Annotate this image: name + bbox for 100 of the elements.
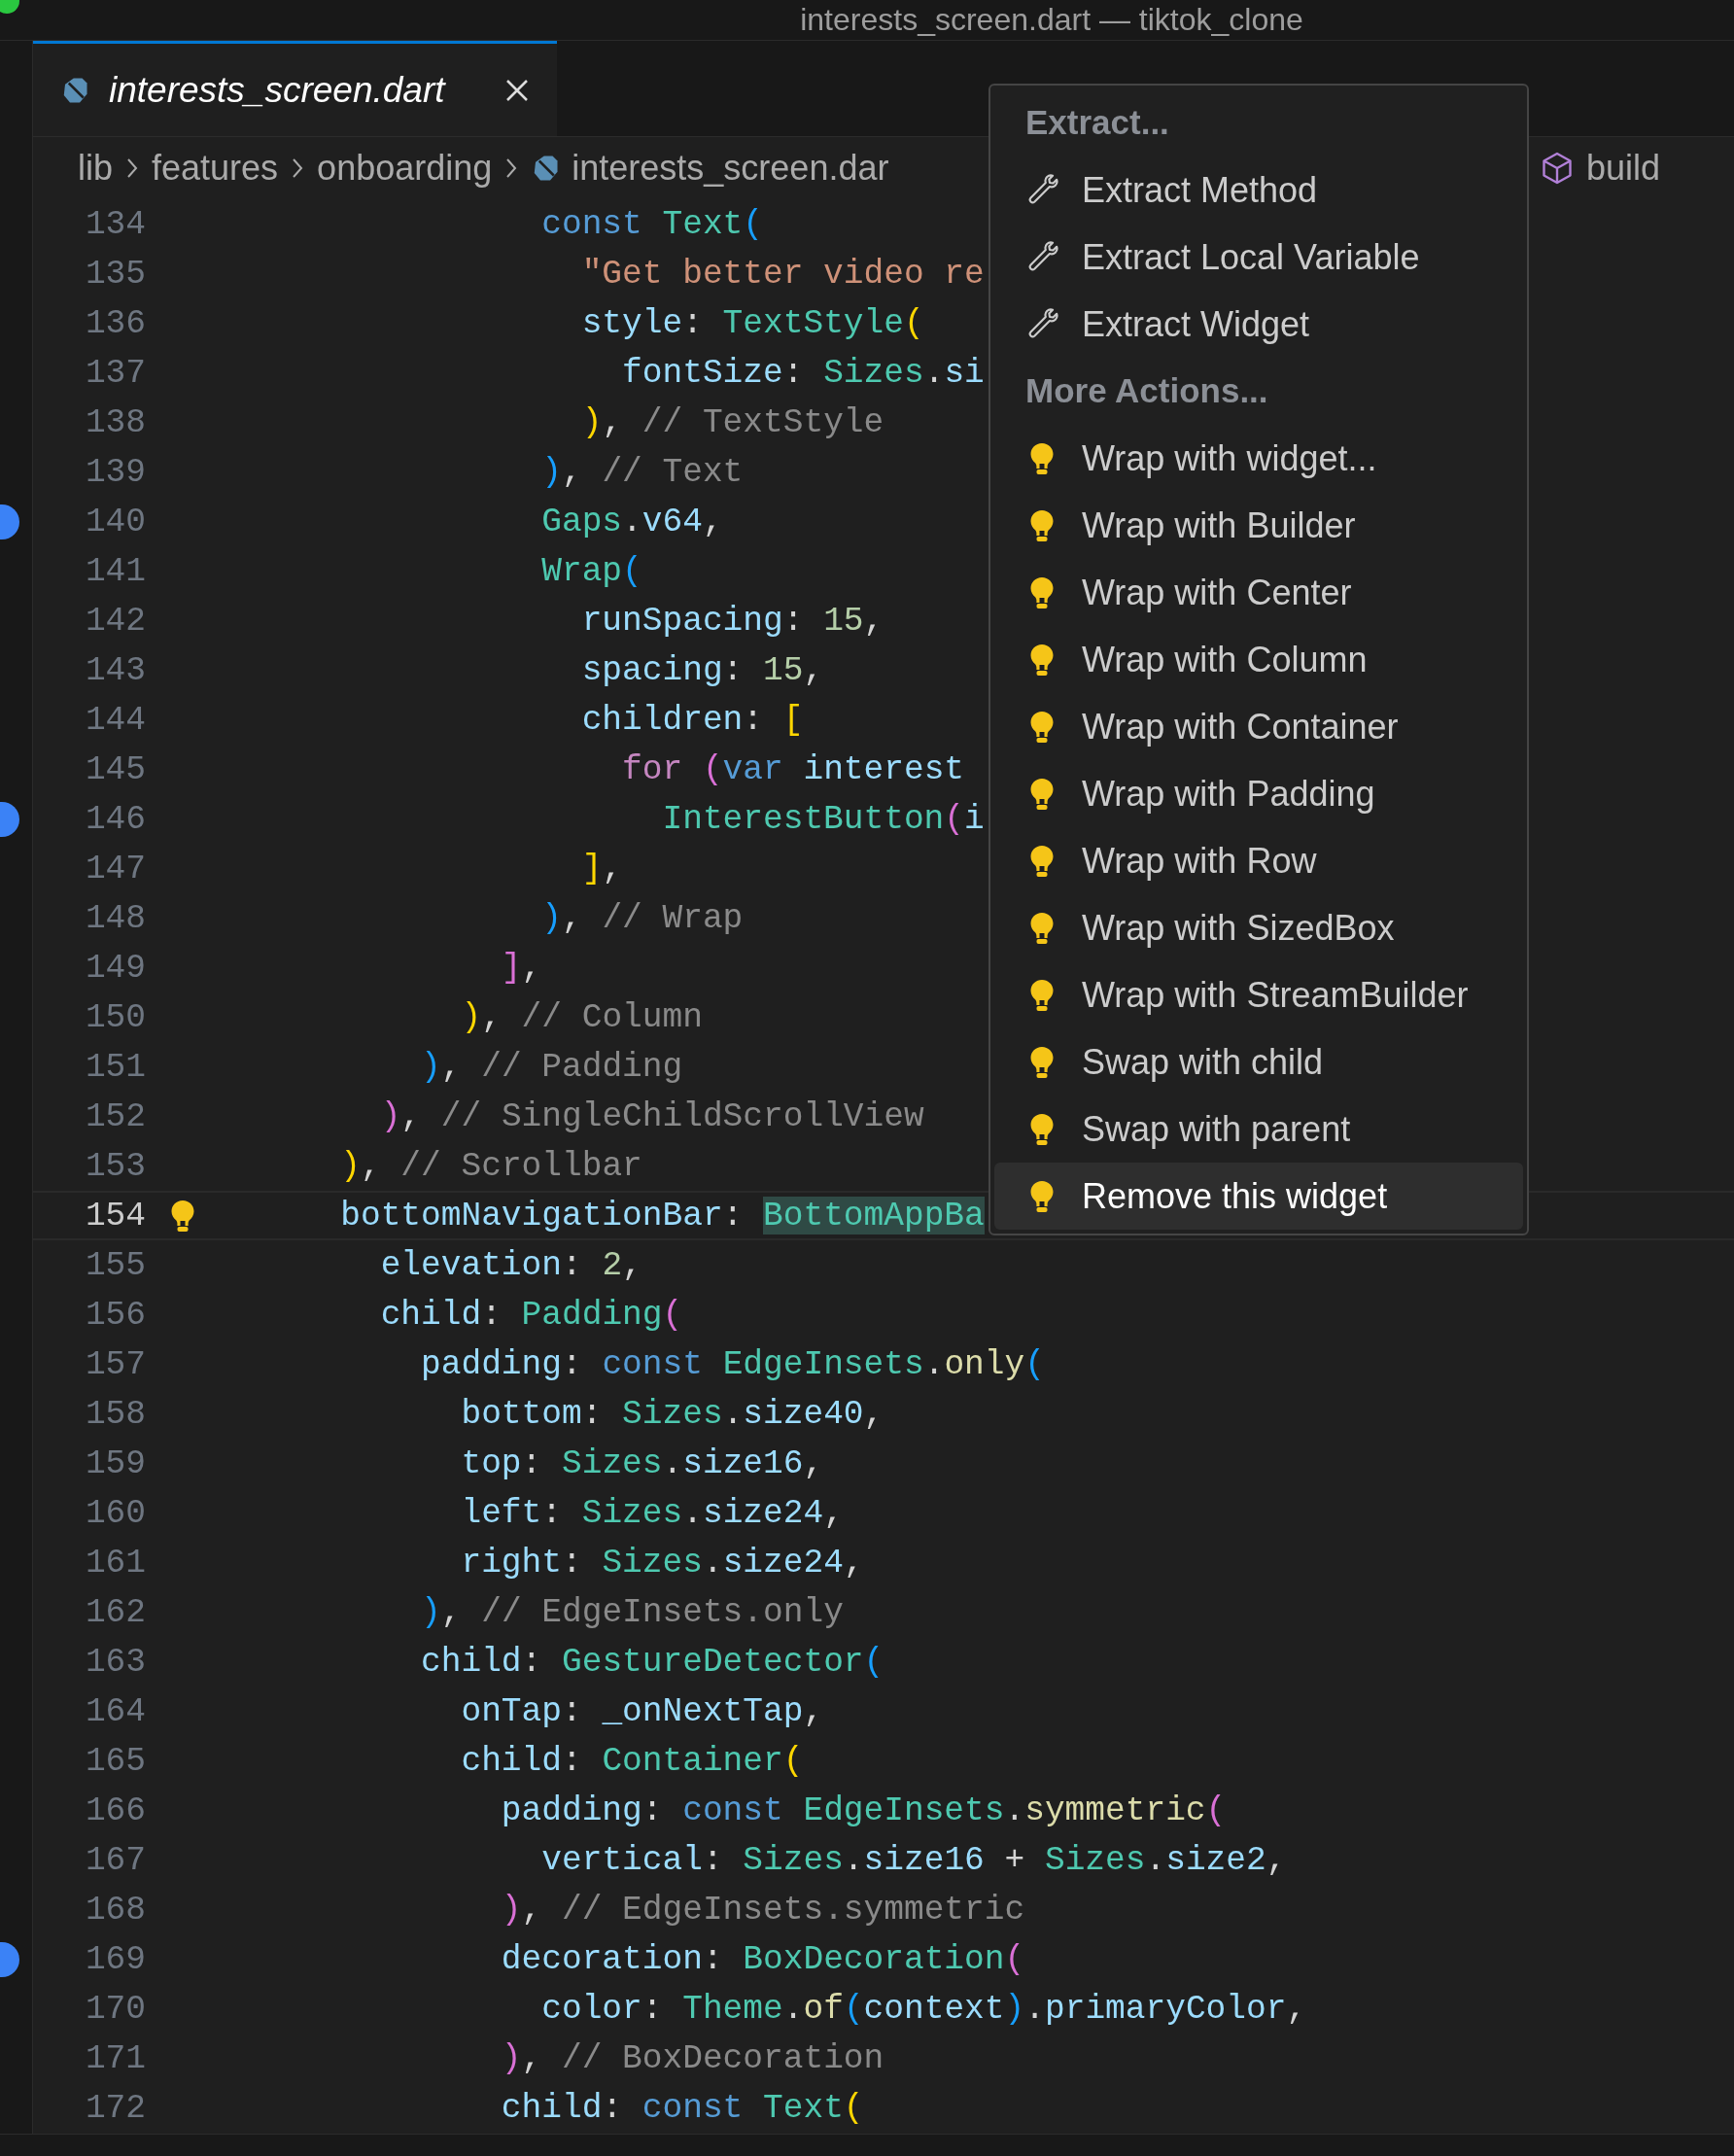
line-number: 166 [84,1790,146,1831]
line-number: 162 [84,1591,146,1633]
line-number: 163 [84,1641,146,1683]
menu-item[interactable]: Wrap with Builder [994,492,1523,559]
menu-item[interactable]: Extract Method [994,156,1523,224]
code-line: onTap: _onNextTap, [460,1690,824,1732]
code-line: padding: const EdgeInsets.symmetric( [500,1790,1227,1831]
line-number: 167 [84,1839,146,1881]
line-number: 145 [84,748,146,790]
code-line: right: Sizes.size24, [460,1542,864,1583]
menu-item[interactable]: Wrap with Column [994,626,1523,693]
close-icon[interactable] [504,77,530,103]
line-number: 135 [84,253,146,295]
code-line: ), // Column [460,996,703,1038]
lightbulb-icon [1029,441,1055,475]
breakpoint-marker-icon[interactable] [0,1941,19,1977]
code-line: bottomNavigationBar: BottomAppBa [339,1195,985,1236]
code-line: ), // Text [540,451,744,493]
code-line: child: Padding( [379,1294,683,1336]
code-line: for (var interest [621,748,965,790]
breadcrumb-item[interactable]: build [1585,142,1660,194]
line-number: 142 [84,600,146,642]
code-line: ), // Padding [420,1046,683,1088]
breakpoint-marker-icon[interactable] [0,801,19,837]
line-number: 152 [84,1095,146,1137]
line-number: 138 [84,401,146,443]
breakpoint-marker-icon[interactable] [0,504,19,539]
menu-item[interactable]: Swap with parent [994,1095,1523,1163]
line-number: 161 [84,1542,146,1583]
code-line: runSpacing: 15, [580,600,884,642]
menu-item[interactable]: Extract Local Variable [994,224,1523,291]
lightbulb-icon [1029,1045,1055,1079]
line-number: 136 [84,302,146,344]
code-line: ), // Scrollbar [339,1145,642,1187]
code-line: const Text( [540,203,764,245]
code-line: ], [500,947,542,989]
line-number: 146 [84,798,146,840]
code-line: bottom: Sizes.size40, [460,1393,884,1435]
window-title: interests_screen.dart — tiktok_clone [800,3,1303,36]
code-line: spacing: 15, [580,649,824,691]
lightbulb-icon [1029,575,1055,609]
code-line: "Get better video re [580,253,985,295]
lightbulb-icon [1029,1179,1055,1213]
line-number: 141 [84,550,146,592]
breadcrumb-item[interactable]: lib [78,142,114,194]
menu-item[interactable]: Wrap with Padding [994,760,1523,827]
wrench-icon [1025,173,1058,207]
code-line: vertical: Sizes.size16 + Sizes.size2, [540,1839,1287,1881]
line-number: 158 [84,1393,146,1435]
wrench-icon [1025,240,1058,274]
lightbulb-icon [1029,1112,1055,1146]
code-line: ), // EdgeInsets.symmetric [500,1889,1025,1930]
code-line: fontSize: Sizes.si [621,352,985,394]
line-number: 159 [84,1443,146,1484]
code-line: ), // BoxDecoration [500,2037,884,2079]
code-line: children: [ [580,699,804,741]
lightbulb-icon [1029,844,1055,878]
code-line: left: Sizes.size24, [460,1492,844,1534]
code-line: decoration: BoxDecoration( [500,1938,1025,1980]
line-number: 139 [84,451,146,493]
menu-item[interactable]: Wrap with widget... [994,425,1523,492]
line-number: 153 [84,1145,146,1187]
breadcrumb-item[interactable]: onboarding [317,142,493,194]
code-line: Wrap( [540,550,642,592]
code-line: ), // SingleChildScrollView [379,1095,924,1137]
code-line: ], [580,848,623,889]
code-line: top: Sizes.size16, [460,1443,824,1484]
menu-item[interactable]: Wrap with Center [994,559,1523,626]
line-number: 168 [84,1889,146,1930]
line-number: 169 [84,1938,146,1980]
menu-item[interactable]: Remove this widget [994,1163,1523,1230]
line-number: 134 [84,203,146,245]
menu-item[interactable]: Swap with child [994,1028,1523,1095]
menu-item[interactable]: Wrap with SizedBox [994,894,1523,961]
code-line: child: Container( [460,1740,804,1782]
line-number: 160 [84,1492,146,1534]
code-line: style: TextStyle( [580,302,924,344]
menu-section-heading: Extract... [1025,102,1169,144]
line-number: 137 [84,352,146,394]
line-number: 155 [84,1244,146,1286]
menu-item[interactable]: Extract Widget [994,291,1523,358]
menu-item[interactable]: Wrap with StreamBuilder [994,961,1523,1028]
line-number: 154 [84,1195,146,1236]
line-number: 164 [84,1690,146,1732]
menu-item[interactable]: Wrap with Row [994,827,1523,894]
code-line: child: const Text( [500,2087,864,2129]
code-line: color: Theme.of(context).primaryColor, [540,1988,1307,2030]
lightbulb-icon [170,1199,195,1233]
lightbulb-icon [1029,777,1055,811]
line-number: 171 [84,2037,146,2079]
line-number: 172 [84,2087,146,2129]
breadcrumb-item[interactable]: interests_screen.dar [572,142,889,194]
breadcrumb-item[interactable]: features [152,142,279,194]
menu-item[interactable]: Wrap with Container [994,693,1523,760]
code-line: Gaps.v64, [540,501,723,542]
code-line: ), // Wrap [540,897,744,939]
line-number: 150 [84,996,146,1038]
lightbulb-icon [1029,911,1055,945]
line-number: 143 [84,649,146,691]
editor-tab[interactable]: interests_screen.dart [33,41,557,136]
